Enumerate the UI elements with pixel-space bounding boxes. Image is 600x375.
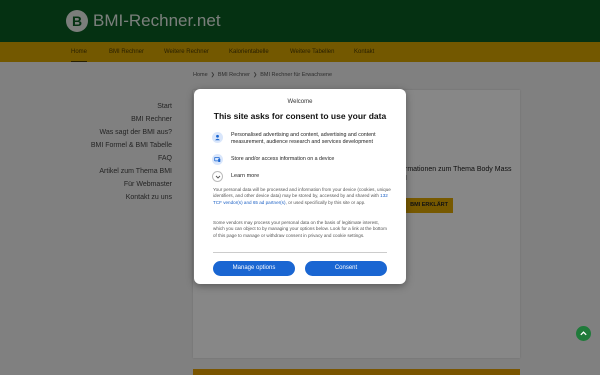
purpose-text: Store and/or access information on a dev… bbox=[231, 156, 335, 162]
learn-more-label[interactable]: Learn more bbox=[231, 173, 259, 179]
device-icon bbox=[212, 154, 223, 165]
consent-dialog: Welcome This site asks for consent to us… bbox=[194, 89, 406, 284]
consent-button[interactable]: Consent bbox=[305, 261, 387, 276]
consent-body-text: Your personal data will be processed and… bbox=[213, 187, 391, 206]
consent-body-part: , or used specifically by this site or a… bbox=[285, 199, 366, 205]
consent-body-text-2: Some vendors may process your personal d… bbox=[213, 220, 387, 238]
purpose-text: Personalised advertising and content, ad… bbox=[231, 132, 376, 145]
consent-title: This site asks for consent to use your d… bbox=[213, 111, 387, 121]
consent-welcome: Welcome bbox=[287, 99, 313, 105]
consent-body-part: Your personal data will be processed and… bbox=[213, 187, 391, 199]
chevron-down-icon[interactable] bbox=[212, 171, 223, 182]
person-icon bbox=[212, 132, 223, 143]
divider bbox=[213, 252, 387, 253]
arrow-up-icon[interactable] bbox=[576, 326, 591, 341]
manage-options-button[interactable]: Manage options bbox=[213, 261, 295, 276]
